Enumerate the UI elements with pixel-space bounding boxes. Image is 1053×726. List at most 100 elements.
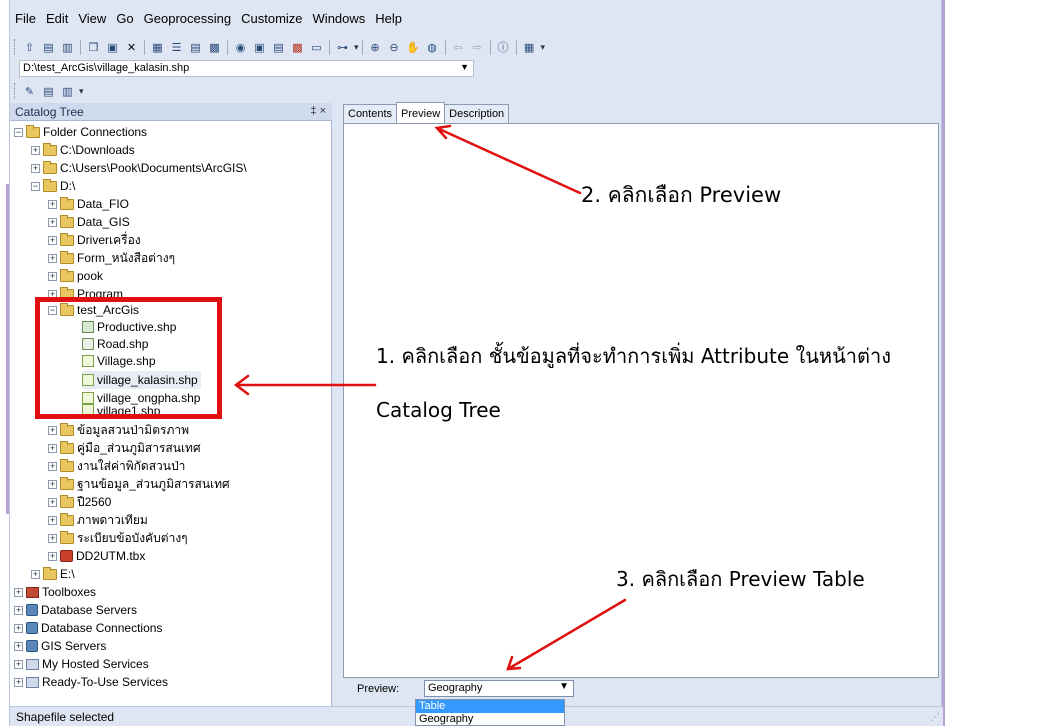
resize-grip-icon[interactable]: ⋰ — [930, 712, 940, 723]
tree-node-satellite[interactable]: + ภาพดาวเทียม — [48, 511, 148, 529]
tree-node-toolboxes[interactable]: + Toolboxes — [14, 583, 96, 601]
menu-geoprocessing[interactable]: Geoprocessing — [139, 9, 236, 29]
expand-icon[interactable]: + — [14, 659, 23, 669]
catalog-tree-window-icon[interactable]: ▣ — [251, 39, 268, 55]
menu-windows[interactable]: Windows — [308, 9, 371, 29]
launch-arcmap-icon[interactable]: ◉ — [232, 39, 249, 55]
expand-icon[interactable]: + — [48, 271, 57, 281]
menu-view[interactable]: View — [73, 9, 111, 29]
disconnect-folder-icon[interactable]: ▥ — [59, 39, 76, 55]
toolbar-grip[interactable] — [14, 39, 17, 55]
tree-node-data-gis[interactable]: + Data_GIS — [48, 213, 130, 231]
full-extent-icon[interactable]: ◍ — [424, 39, 441, 55]
expand-icon[interactable]: + — [48, 217, 57, 227]
pan-icon[interactable]: ✋ — [405, 39, 422, 55]
expand-icon[interactable]: + — [48, 235, 57, 245]
large-icons-icon[interactable]: ▦ — [149, 39, 166, 55]
tree-node-pook[interactable]: + pook — [48, 267, 103, 285]
up-one-level-icon[interactable]: ⇧ — [21, 39, 38, 55]
expand-icon[interactable]: + — [14, 623, 23, 633]
tree-node-ready-to-use[interactable]: + Ready-To-Use Services — [14, 673, 168, 691]
tree-node-dd2utm-tbx[interactable]: + DD2UTM.tbx — [48, 547, 145, 565]
expand-icon[interactable]: + — [31, 145, 40, 155]
expand-icon[interactable]: + — [48, 461, 57, 471]
expand-icon[interactable]: + — [14, 605, 23, 615]
tab-description[interactable]: Description — [444, 104, 510, 124]
list-icon[interactable]: ☰ — [168, 39, 185, 55]
expand-icon[interactable]: + — [14, 677, 23, 687]
toolbar-overflow-icon[interactable]: ▾ — [354, 42, 359, 53]
preview-type-select[interactable]: Geography ▼ — [424, 680, 574, 697]
tree-node-thai-folder-1[interactable]: + ข้อมูลสวนป่ามิตรภาพ — [48, 421, 189, 439]
expand-icon[interactable]: + — [48, 533, 57, 543]
tree-node-arcgis-docs[interactable]: + C:\Users\Pook\Documents\ArcGIS\ — [31, 159, 247, 177]
tree-node-thai-folder-2[interactable]: + คู่มือ_ส่วนภูมิสารสนเทศ — [48, 439, 201, 457]
details-icon[interactable]: ▤ — [187, 39, 204, 55]
location-dropdown-icon[interactable]: ▼ — [460, 62, 469, 72]
tab-contents[interactable]: Contents — [343, 104, 398, 124]
search-window-icon[interactable]: ▤ — [270, 39, 287, 55]
tree-node-downloads[interactable]: + C:\Downloads — [31, 141, 135, 159]
thumbnails-icon[interactable]: ▩ — [206, 39, 223, 55]
toolbar-grip[interactable] — [14, 83, 17, 99]
collapse-icon[interactable]: − — [14, 127, 23, 137]
catalog-tree-title: Catalog Tree — [15, 105, 84, 119]
toolbar-overflow-icon[interactable]: ▾ — [79, 86, 84, 97]
arctoolbox-window-icon[interactable]: ▩ — [289, 39, 306, 55]
tree-node-hosted-services[interactable]: + My Hosted Services — [14, 655, 149, 673]
tree-node-drive-d[interactable]: − D:\ — [31, 177, 75, 195]
expand-icon[interactable]: + — [48, 497, 57, 507]
option-table[interactable]: Table — [416, 700, 564, 713]
menu-file[interactable]: File — [10, 9, 41, 29]
create-thumbnail-icon[interactable]: ▦ — [521, 39, 538, 55]
expand-icon[interactable]: + — [48, 425, 57, 435]
option-geography[interactable]: Geography — [416, 713, 564, 726]
menu-customize[interactable]: Customize — [236, 9, 307, 29]
copy-icon[interactable]: ❐ — [85, 39, 102, 55]
tree-node-driver[interactable]: + Driverเครื่อง — [48, 231, 141, 249]
expand-icon[interactable]: + — [48, 479, 57, 489]
back-icon[interactable]: ⇦ — [450, 39, 467, 55]
expand-icon[interactable]: + — [31, 163, 40, 173]
tree-node-database-connections[interactable]: + Database Connections — [14, 619, 162, 637]
tree-node-thai-folder-4[interactable]: + ฐานข้อมูล_ส่วนภูมิสารสนเทศ — [48, 475, 230, 493]
menu-edit[interactable]: Edit — [41, 9, 73, 29]
dropdown-arrow-icon[interactable]: ▼ — [559, 681, 569, 692]
delete-icon[interactable]: ✕ — [123, 39, 140, 55]
expand-icon[interactable]: + — [14, 587, 23, 597]
expand-icon[interactable]: + — [48, 253, 57, 263]
collapse-icon[interactable]: − — [31, 181, 40, 191]
identify-icon[interactable]: ⓘ — [495, 39, 512, 55]
zoom-in-icon[interactable]: ⊕ — [367, 39, 384, 55]
export-metadata-icon[interactable]: ▤ — [40, 83, 57, 99]
expand-icon[interactable]: + — [48, 443, 57, 453]
tree-node-gis-servers[interactable]: + GIS Servers — [14, 637, 106, 655]
menu-go[interactable]: Go — [111, 9, 138, 29]
edit-metadata-icon[interactable]: ✎ — [21, 83, 38, 99]
modelbuilder-icon[interactable]: ⊶ — [334, 39, 351, 55]
expand-icon[interactable]: + — [48, 199, 57, 209]
toolbar-overflow-icon[interactable]: ▾ — [541, 42, 546, 53]
forward-icon[interactable]: ⇨ — [469, 39, 486, 55]
menu-help[interactable]: Help — [370, 9, 407, 29]
tree-node-form[interactable]: + Form_หนังสือต่างๆ — [48, 249, 175, 267]
tab-preview[interactable]: Preview — [396, 102, 446, 123]
tree-node-drive-e[interactable]: + E:\ — [31, 565, 75, 583]
expand-icon[interactable]: + — [31, 569, 40, 579]
paste-icon[interactable]: ▣ — [104, 39, 121, 55]
location-box[interactable]: D:\test_ArcGis\village_kalasin.shp ▼ — [19, 60, 474, 77]
pin-close-controls[interactable]: ‡ × — [310, 105, 326, 117]
tree-node-regulations[interactable]: + ระเบียบข้อบังคับต่างๆ — [48, 529, 188, 547]
expand-icon[interactable]: + — [14, 641, 23, 651]
tree-node-database-servers[interactable]: + Database Servers — [14, 601, 137, 619]
expand-icon[interactable]: + — [48, 515, 57, 525]
tree-node-data-fio[interactable]: + Data_FIO — [48, 195, 129, 213]
python-window-icon[interactable]: ▭ — [308, 39, 325, 55]
expand-icon[interactable]: + — [48, 551, 57, 561]
tree-node-folder-connections[interactable]: − Folder Connections — [14, 123, 147, 141]
connect-folder-icon[interactable]: ▤ — [40, 39, 57, 55]
import-metadata-icon[interactable]: ▥ — [59, 83, 76, 99]
tree-node-year-2560[interactable]: + ปื2560 — [48, 493, 111, 511]
tree-node-thai-folder-3[interactable]: + งานใส่ค่าพิกัดสวนป่า — [48, 457, 185, 475]
zoom-out-icon[interactable]: ⊖ — [386, 39, 403, 55]
